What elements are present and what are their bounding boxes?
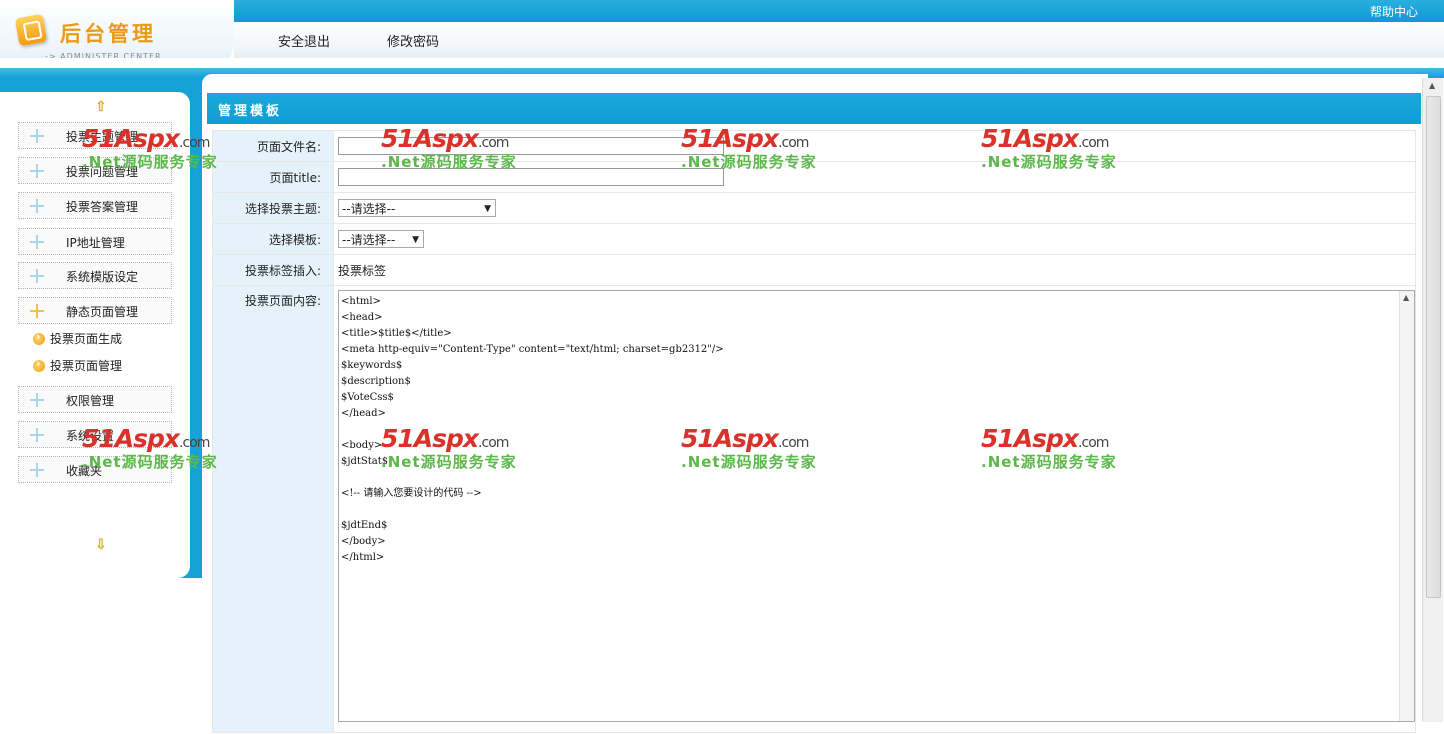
sidebar-item-template-settings[interactable]: 系统模版设定 [18, 262, 172, 289]
page-scrollbar[interactable]: ▲ [1422, 78, 1443, 722]
chevron-down-icon: ▼ [484, 204, 491, 214]
cross-icon [30, 463, 44, 477]
cross-icon [30, 393, 44, 407]
form-row-file-name: 页面文件名: [212, 130, 1416, 162]
sidebar-item-favorites[interactable]: 收藏夹 [18, 456, 172, 483]
arrow-bullet-icon [33, 330, 45, 345]
sidebar-item-vote-topic[interactable]: 投票主题管理 [18, 122, 172, 149]
cross-icon [30, 235, 44, 249]
cross-icon [30, 428, 44, 442]
sidebar-item-ip-address[interactable]: IP地址管理 [18, 228, 172, 255]
sidebar-item-label: 权限管理 [66, 394, 115, 408]
page-title-input[interactable] [338, 168, 724, 186]
sidebar-item-static-pages[interactable]: 静态页面管理 [18, 297, 172, 324]
content-label: 投票页面内容: [212, 285, 334, 733]
template-select[interactable]: --请选择-- ▼ [338, 230, 424, 248]
arrow-bullet-icon [33, 357, 45, 372]
sidebar-item-vote-answer[interactable]: 投票答案管理 [18, 192, 172, 219]
content-textarea[interactable]: <html> <head> <title>$title$</title> <me… [338, 290, 1415, 722]
cross-icon [30, 164, 44, 178]
help-center-link[interactable]: 帮助中心 [1370, 3, 1418, 20]
sidebar-item-label: 收藏夹 [66, 464, 103, 478]
topic-select[interactable]: --请选择-- ▼ [338, 199, 496, 217]
cross-icon [30, 129, 44, 143]
cross-icon [30, 269, 44, 283]
change-password-link[interactable]: 修改密码 [387, 31, 439, 50]
sidebar-item-label: 系统模版设定 [66, 270, 139, 284]
sidebar-item-system-settings[interactable]: 系统设置 [18, 421, 172, 448]
scroll-up-icon: ▲ [1429, 81, 1436, 90]
sidebar-item-label: IP地址管理 [66, 236, 125, 250]
sidebar-subitem-label: 投票页面生成 [50, 332, 123, 346]
logout-link[interactable]: 安全退出 [278, 31, 330, 50]
scroll-up-icon: ▲ [1403, 293, 1410, 302]
form-row-topic: 选择投票主题: --请选择-- ▼ [212, 192, 1416, 224]
sidebar-subitem-generate-page[interactable]: 投票页面生成 [33, 330, 122, 347]
sidebar-item-label: 投票问题管理 [66, 165, 139, 179]
template-select-value: --请选择-- [342, 233, 396, 247]
sidebar-item-label: 静态页面管理 [66, 305, 139, 319]
scroll-up-arrow-icon[interactable]: ⇧ [95, 99, 107, 115]
sidebar-item-permissions[interactable]: 权限管理 [18, 386, 172, 413]
form-row-content: 投票页面内容: <html> <head> <title>$title$</ti… [212, 285, 1416, 733]
sidebar-subitem-label: 投票页面管理 [50, 359, 123, 373]
sidebar-item-label: 系统设置 [66, 429, 115, 443]
chevron-down-icon: ▼ [412, 235, 419, 245]
content-code: <html> <head> <title>$title$</title> <me… [341, 296, 724, 563]
panel-title: 管理模板 [218, 104, 283, 119]
form-row-template: 选择模板: --请选择-- ▼ [212, 223, 1416, 255]
file-name-input[interactable] [338, 137, 724, 155]
cross-icon [30, 304, 44, 318]
logo-title: 后台管理 [60, 21, 156, 46]
template-select-label: 选择模板: [212, 223, 334, 255]
sidebar-item-label: 投票答案管理 [66, 200, 139, 214]
sidebar-item-label: 投票主题管理 [66, 130, 139, 144]
template-form: 页面文件名: 页面title: 选择投票主题: --请选择-- ▼ 选择模板: -… [212, 130, 1416, 733]
cross-icon [30, 199, 44, 213]
page-title-label: 页面title: [212, 161, 334, 193]
tag-insert-label: 投票标签插入: [212, 254, 334, 286]
sidebar-subitem-manage-page[interactable]: 投票页面管理 [33, 357, 122, 374]
sidebar-item-vote-question[interactable]: 投票问题管理 [18, 157, 172, 184]
nav-bar: 安全退出 修改密码 [234, 22, 1444, 58]
topic-select-label: 选择投票主题: [212, 192, 334, 224]
textarea-scrollbar[interactable]: ▲ [1399, 291, 1414, 721]
panel-title-bar: 管理模板 [207, 93, 1421, 124]
scroll-down-arrow-icon[interactable]: ⇩ [95, 537, 107, 553]
page-scrollbar-thumb[interactable] [1426, 96, 1441, 598]
logo-icon [14, 13, 48, 47]
file-name-label: 页面文件名: [212, 130, 334, 162]
form-row-tag: 投票标签插入: 投票标签 [212, 254, 1416, 286]
vote-tag-link[interactable]: 投票标签 [338, 264, 386, 278]
topic-select-value: --请选择-- [342, 202, 396, 216]
form-row-page-title: 页面title: [212, 161, 1416, 193]
